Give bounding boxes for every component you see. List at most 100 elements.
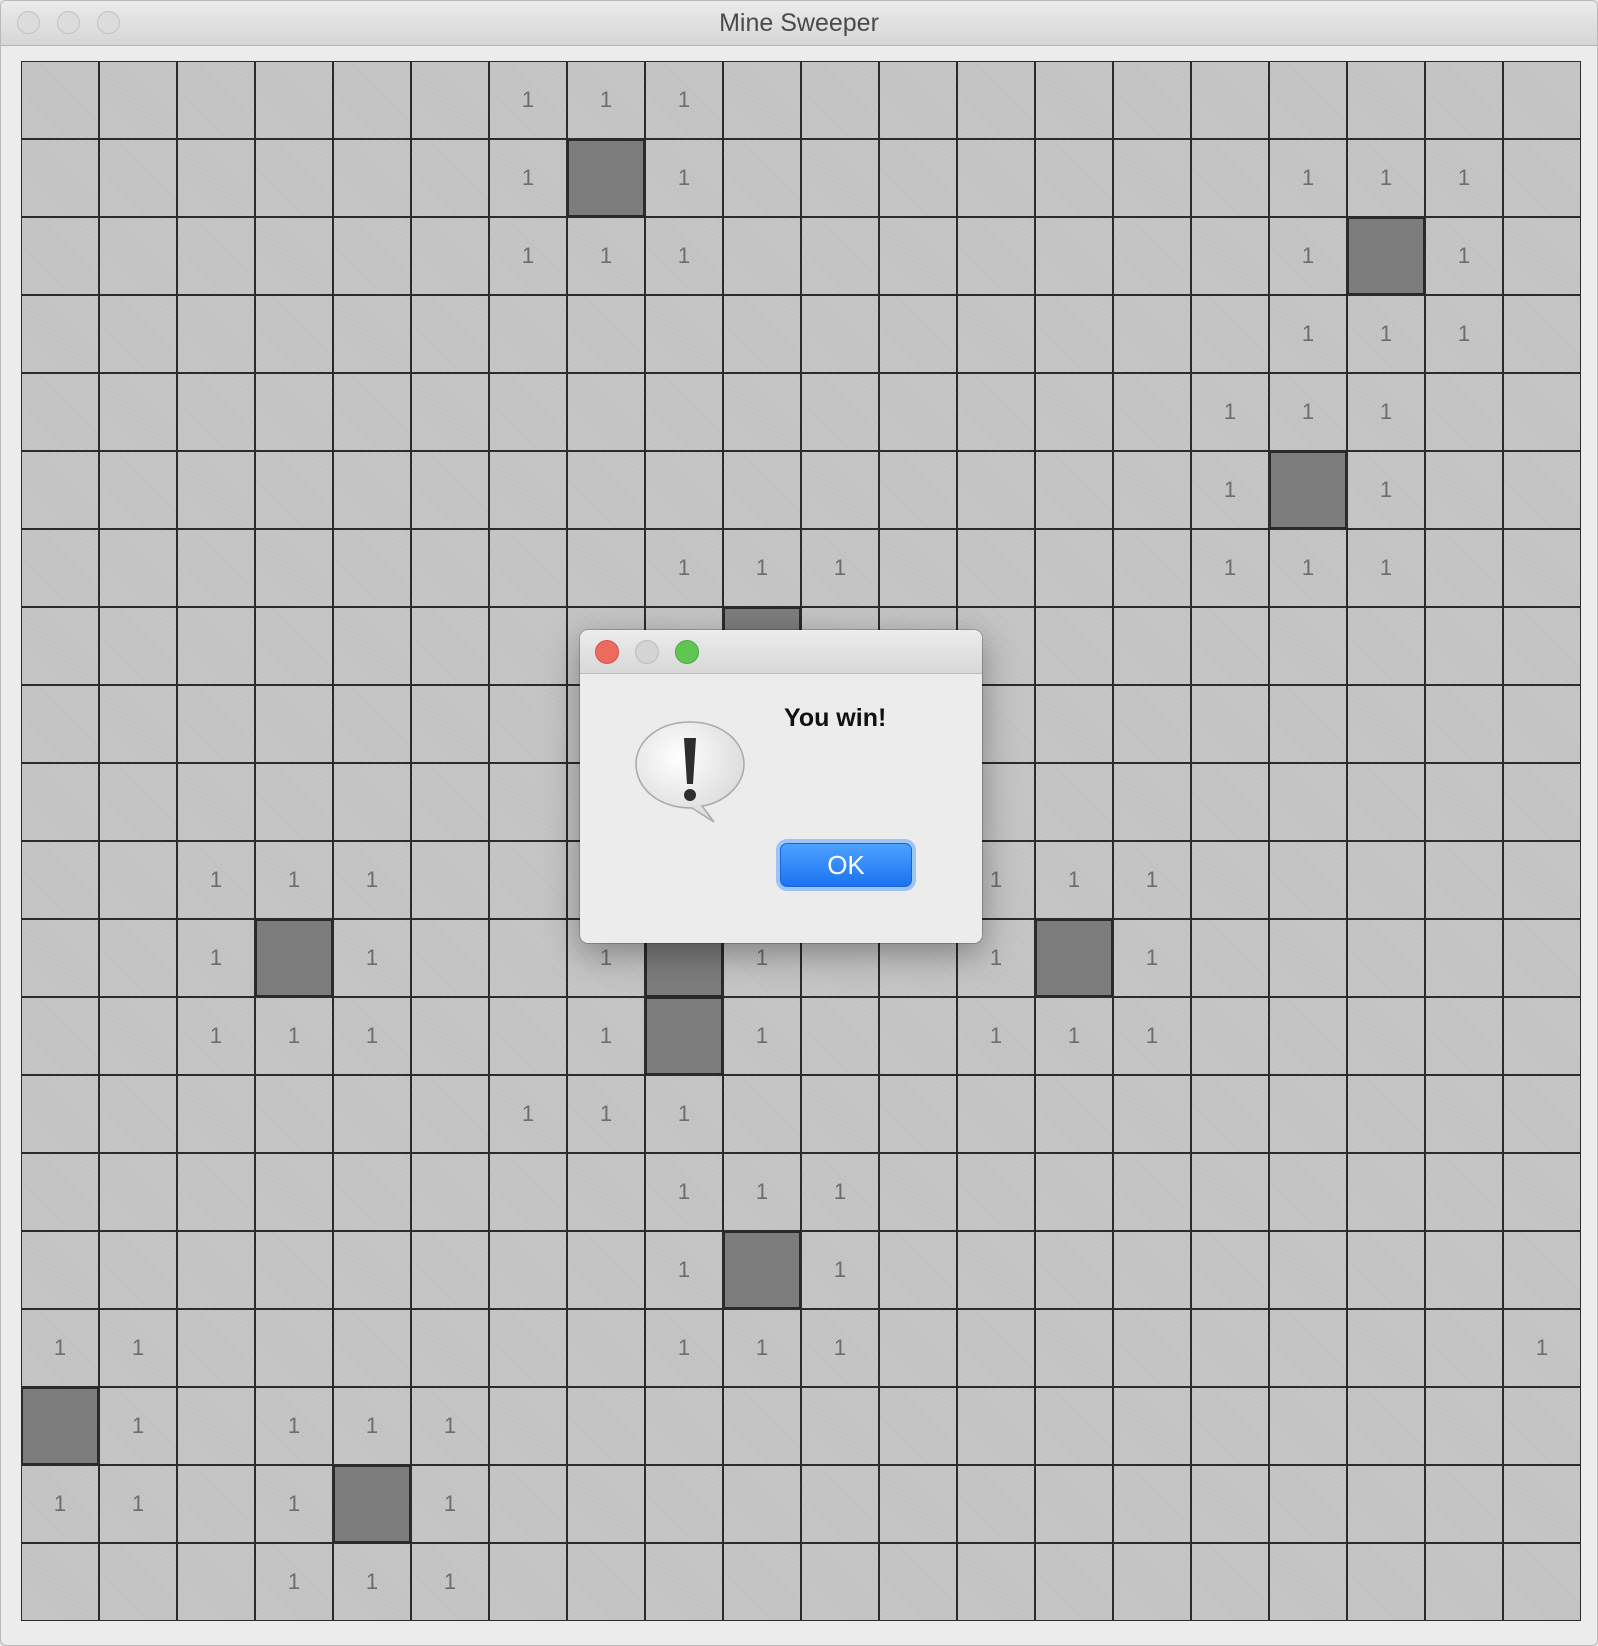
number-cell[interactable]: 1 bbox=[489, 1075, 567, 1153]
empty-cell[interactable] bbox=[1191, 61, 1269, 139]
empty-cell[interactable] bbox=[1503, 607, 1581, 685]
empty-cell[interactable] bbox=[255, 451, 333, 529]
empty-cell[interactable] bbox=[177, 61, 255, 139]
empty-cell[interactable] bbox=[489, 451, 567, 529]
empty-cell[interactable] bbox=[411, 61, 489, 139]
empty-cell[interactable] bbox=[177, 685, 255, 763]
empty-cell[interactable] bbox=[801, 295, 879, 373]
empty-cell[interactable] bbox=[177, 607, 255, 685]
empty-cell[interactable] bbox=[1425, 1387, 1503, 1465]
empty-cell[interactable] bbox=[1035, 685, 1113, 763]
empty-cell[interactable] bbox=[1347, 1465, 1425, 1543]
number-cell[interactable]: 1 bbox=[411, 1387, 489, 1465]
empty-cell[interactable] bbox=[801, 1075, 879, 1153]
empty-cell[interactable] bbox=[723, 295, 801, 373]
mine-cell[interactable] bbox=[255, 919, 333, 997]
number-cell[interactable]: 1 bbox=[567, 997, 645, 1075]
number-cell[interactable]: 1 bbox=[177, 841, 255, 919]
empty-cell[interactable] bbox=[957, 61, 1035, 139]
empty-cell[interactable] bbox=[723, 217, 801, 295]
empty-cell[interactable] bbox=[1191, 841, 1269, 919]
empty-cell[interactable] bbox=[21, 1543, 99, 1621]
empty-cell[interactable] bbox=[411, 841, 489, 919]
empty-cell[interactable] bbox=[723, 1465, 801, 1543]
empty-cell[interactable] bbox=[1503, 295, 1581, 373]
empty-cell[interactable] bbox=[489, 529, 567, 607]
number-cell[interactable]: 1 bbox=[645, 61, 723, 139]
number-cell[interactable]: 1 bbox=[1113, 919, 1191, 997]
empty-cell[interactable] bbox=[1347, 607, 1425, 685]
empty-cell[interactable] bbox=[255, 685, 333, 763]
mine-cell[interactable] bbox=[333, 1465, 411, 1543]
empty-cell[interactable] bbox=[177, 139, 255, 217]
empty-cell[interactable] bbox=[723, 1075, 801, 1153]
empty-cell[interactable] bbox=[1035, 607, 1113, 685]
empty-cell[interactable] bbox=[567, 1387, 645, 1465]
empty-cell[interactable] bbox=[177, 529, 255, 607]
number-cell[interactable]: 1 bbox=[411, 1465, 489, 1543]
empty-cell[interactable] bbox=[879, 1387, 957, 1465]
empty-cell[interactable] bbox=[21, 1153, 99, 1231]
empty-cell[interactable] bbox=[489, 841, 567, 919]
empty-cell[interactable] bbox=[21, 295, 99, 373]
empty-cell[interactable] bbox=[1425, 1075, 1503, 1153]
number-cell[interactable]: 1 bbox=[1425, 217, 1503, 295]
empty-cell[interactable] bbox=[333, 139, 411, 217]
empty-cell[interactable] bbox=[567, 1153, 645, 1231]
empty-cell[interactable] bbox=[255, 1309, 333, 1387]
number-cell[interactable]: 1 bbox=[1191, 529, 1269, 607]
empty-cell[interactable] bbox=[1269, 997, 1347, 1075]
number-cell[interactable]: 1 bbox=[1269, 373, 1347, 451]
empty-cell[interactable] bbox=[801, 61, 879, 139]
empty-cell[interactable] bbox=[489, 1465, 567, 1543]
empty-cell[interactable] bbox=[1425, 841, 1503, 919]
empty-cell[interactable] bbox=[1503, 685, 1581, 763]
empty-cell[interactable] bbox=[411, 1075, 489, 1153]
number-cell[interactable]: 1 bbox=[21, 1309, 99, 1387]
number-cell[interactable]: 1 bbox=[21, 1465, 99, 1543]
empty-cell[interactable] bbox=[1035, 139, 1113, 217]
empty-cell[interactable] bbox=[99, 139, 177, 217]
empty-cell[interactable] bbox=[801, 139, 879, 217]
empty-cell[interactable] bbox=[1113, 607, 1191, 685]
empty-cell[interactable] bbox=[489, 373, 567, 451]
number-cell[interactable]: 1 bbox=[723, 997, 801, 1075]
empty-cell[interactable] bbox=[1269, 1543, 1347, 1621]
empty-cell[interactable] bbox=[1347, 841, 1425, 919]
dialog-zoom-button[interactable] bbox=[675, 640, 699, 664]
empty-cell[interactable] bbox=[1191, 685, 1269, 763]
empty-cell[interactable] bbox=[1269, 1387, 1347, 1465]
empty-cell[interactable] bbox=[411, 1153, 489, 1231]
mine-cell[interactable] bbox=[567, 139, 645, 217]
empty-cell[interactable] bbox=[255, 1153, 333, 1231]
empty-cell[interactable] bbox=[1503, 451, 1581, 529]
empty-cell[interactable] bbox=[1503, 1465, 1581, 1543]
empty-cell[interactable] bbox=[1035, 1231, 1113, 1309]
empty-cell[interactable] bbox=[1035, 295, 1113, 373]
number-cell[interactable]: 1 bbox=[333, 1387, 411, 1465]
empty-cell[interactable] bbox=[1113, 295, 1191, 373]
empty-cell[interactable] bbox=[1269, 1465, 1347, 1543]
empty-cell[interactable] bbox=[489, 295, 567, 373]
number-cell[interactable]: 1 bbox=[489, 61, 567, 139]
empty-cell[interactable] bbox=[957, 1309, 1035, 1387]
number-cell[interactable]: 1 bbox=[1269, 217, 1347, 295]
number-cell[interactable]: 1 bbox=[1347, 295, 1425, 373]
empty-cell[interactable] bbox=[957, 139, 1035, 217]
empty-cell[interactable] bbox=[21, 919, 99, 997]
number-cell[interactable]: 1 bbox=[255, 1543, 333, 1621]
empty-cell[interactable] bbox=[99, 373, 177, 451]
number-cell[interactable]: 1 bbox=[1347, 451, 1425, 529]
empty-cell[interactable] bbox=[879, 451, 957, 529]
empty-cell[interactable] bbox=[99, 607, 177, 685]
empty-cell[interactable] bbox=[801, 1465, 879, 1543]
empty-cell[interactable] bbox=[879, 217, 957, 295]
number-cell[interactable]: 1 bbox=[1113, 841, 1191, 919]
empty-cell[interactable] bbox=[411, 607, 489, 685]
empty-cell[interactable] bbox=[645, 373, 723, 451]
mine-cell[interactable] bbox=[1347, 217, 1425, 295]
empty-cell[interactable] bbox=[1113, 763, 1191, 841]
empty-cell[interactable] bbox=[99, 919, 177, 997]
empty-cell[interactable] bbox=[489, 1153, 567, 1231]
empty-cell[interactable] bbox=[723, 1543, 801, 1621]
